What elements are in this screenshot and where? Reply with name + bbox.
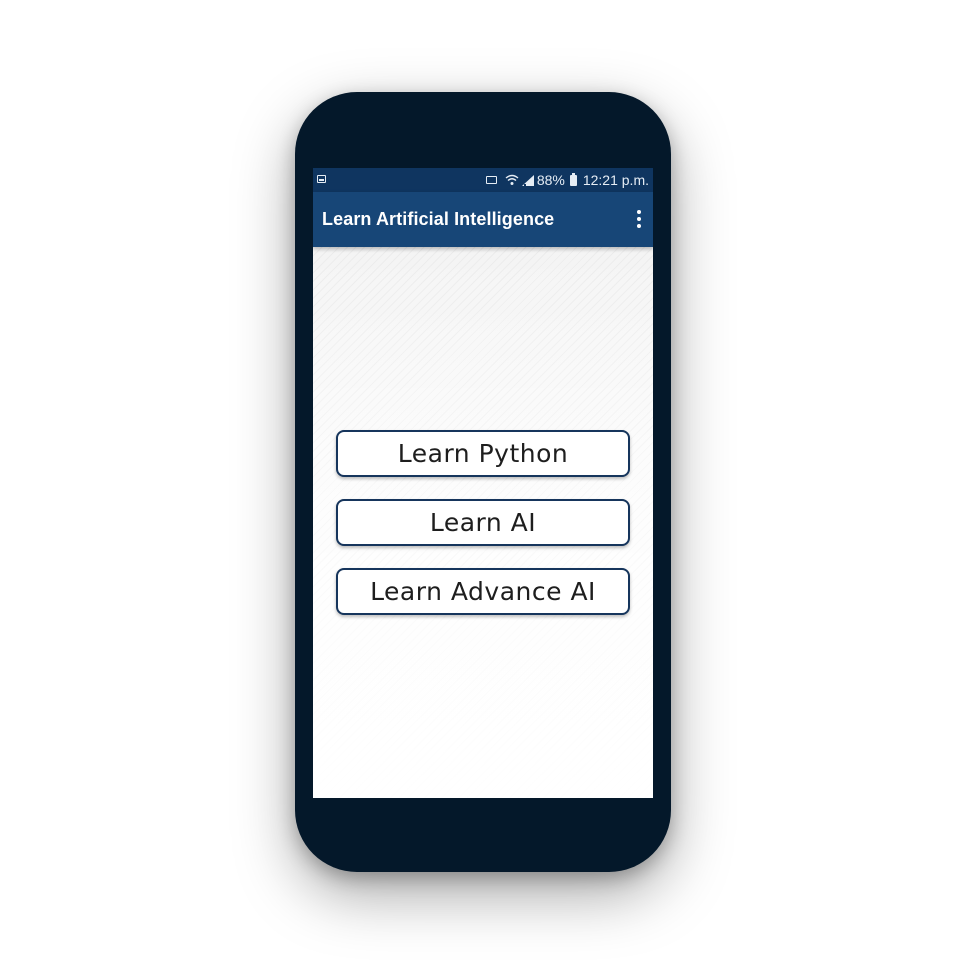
battery-icon — [569, 172, 577, 186]
learn-python-button[interactable]: Learn Python — [336, 430, 630, 477]
status-time: 12:21 p.m. — [582, 172, 649, 188]
app-bar: Learn Artificial Intelligence — [313, 192, 653, 247]
status-right-group: 88% 12:21 p.m. — [485, 168, 649, 192]
cast-icon — [485, 176, 497, 184]
status-bar: 88% 12:21 p.m. — [313, 168, 653, 192]
menu-dot — [637, 210, 641, 214]
app-title: Learn Artificial Intelligence — [322, 209, 555, 229]
battery-percent: 88% — [536, 172, 565, 188]
wifi-icon — [505, 174, 519, 185]
signal-icon — [521, 174, 534, 186]
menu-dot — [637, 224, 641, 228]
learn-ai-button[interactable]: Learn AI — [336, 499, 630, 546]
notification-icon — [317, 175, 326, 183]
menu-dot — [637, 217, 641, 221]
phone-screen: 88% 12:21 p.m. Learn Artificial Intellig… — [313, 168, 653, 798]
stage: 88% 12:21 p.m. Learn Artificial Intellig… — [0, 0, 966, 966]
learn-advance-ai-button[interactable]: Learn Advance AI — [336, 568, 630, 615]
overflow-menu-icon[interactable] — [631, 206, 647, 232]
